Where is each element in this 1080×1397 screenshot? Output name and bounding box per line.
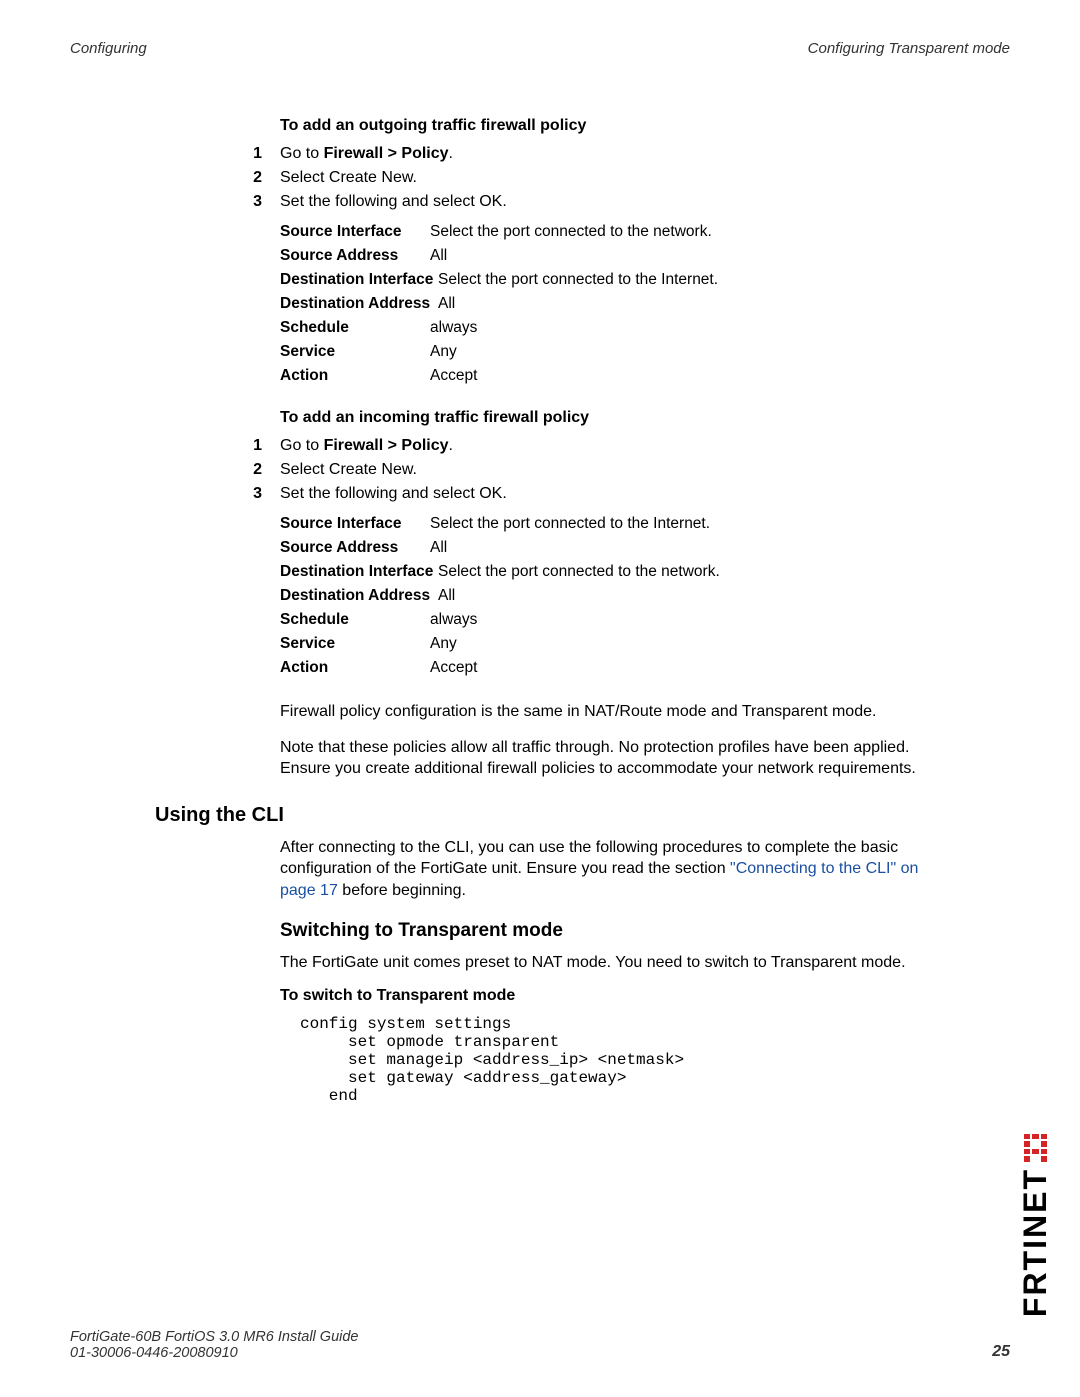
step-text: Set the following and select OK. xyxy=(280,485,940,503)
table-row: Schedulealways xyxy=(280,319,940,337)
step-row: 1 Go to Firewall > Policy. xyxy=(245,145,940,163)
step-number: 2 xyxy=(245,169,280,187)
main-content: To add an outgoing traffic firewall poli… xyxy=(280,117,940,1105)
table-row: Source AddressAll xyxy=(280,539,940,557)
outgoing-title: To add an outgoing traffic firewall poli… xyxy=(280,117,940,135)
table-row: ServiceAny xyxy=(280,343,940,361)
table-row: Destination AddressAll xyxy=(280,295,940,313)
step-number: 3 xyxy=(245,193,280,211)
step-row: 1 Go to Firewall > Policy. xyxy=(245,437,940,455)
step-row: 2 Select Create New. xyxy=(245,461,940,479)
body-paragraph: The FortiGate unit comes preset to NAT m… xyxy=(280,952,940,974)
step-number: 2 xyxy=(245,461,280,479)
step-row: 3 Set the following and select OK. xyxy=(245,193,940,211)
table-row: ServiceAny xyxy=(280,635,940,653)
outgoing-settings-table: Source InterfaceSelect the port connecte… xyxy=(280,223,940,385)
table-row: Source InterfaceSelect the port connecte… xyxy=(280,223,940,241)
table-row: Destination InterfaceSelect the port con… xyxy=(280,563,940,581)
step-number: 1 xyxy=(245,437,280,455)
body-paragraph: After connecting to the CLI, you can use… xyxy=(280,837,940,902)
step-text: Select Create New. xyxy=(280,169,940,187)
step-text: Go to Firewall > Policy. xyxy=(280,437,940,455)
table-row: Destination AddressAll xyxy=(280,587,940,605)
code-block: config system settings set opmode transp… xyxy=(300,1015,940,1105)
brand-logo: FRTINET xyxy=(1017,1134,1054,1317)
header-left: Configuring xyxy=(70,40,147,57)
step-row: 2 Select Create New. xyxy=(245,169,940,187)
step-text: Set the following and select OK. xyxy=(280,193,940,211)
incoming-settings-table: Source InterfaceSelect the port connecte… xyxy=(280,515,940,677)
table-row: Source AddressAll xyxy=(280,247,940,265)
heading-using-cli: Using the CLI xyxy=(155,804,940,827)
incoming-title: To add an incoming traffic firewall poli… xyxy=(280,409,940,427)
step-number: 3 xyxy=(245,485,280,503)
header-right: Configuring Transparent mode xyxy=(808,40,1010,57)
step-text: Select Create New. xyxy=(280,461,940,479)
table-row: ActionAccept xyxy=(280,659,940,677)
step-text: Go to Firewall > Policy. xyxy=(280,145,940,163)
table-row: Schedulealways xyxy=(280,611,940,629)
page-header: Configuring Configuring Transparent mode xyxy=(70,40,1010,57)
body-paragraph: Note that these policies allow all traff… xyxy=(280,737,940,780)
step-number: 1 xyxy=(245,145,280,163)
page-footer: FortiGate-60B FortiOS 3.0 MR6 Install Gu… xyxy=(70,1329,1010,1361)
heading-switching: Switching to Transparent mode xyxy=(280,920,940,942)
page-number: 25 xyxy=(992,1343,1010,1361)
body-paragraph: Firewall policy configuration is the sam… xyxy=(280,701,940,723)
table-row: Source InterfaceSelect the port connecte… xyxy=(280,515,940,533)
switch-sub-title: To switch to Transparent mode xyxy=(280,987,940,1005)
table-row: ActionAccept xyxy=(280,367,940,385)
table-row: Destination InterfaceSelect the port con… xyxy=(280,271,940,289)
footer-left: FortiGate-60B FortiOS 3.0 MR6 Install Gu… xyxy=(70,1329,359,1361)
brand-icon xyxy=(1024,1134,1048,1162)
brand-text: FRTINET xyxy=(1017,1168,1054,1317)
step-row: 3 Set the following and select OK. xyxy=(245,485,940,503)
